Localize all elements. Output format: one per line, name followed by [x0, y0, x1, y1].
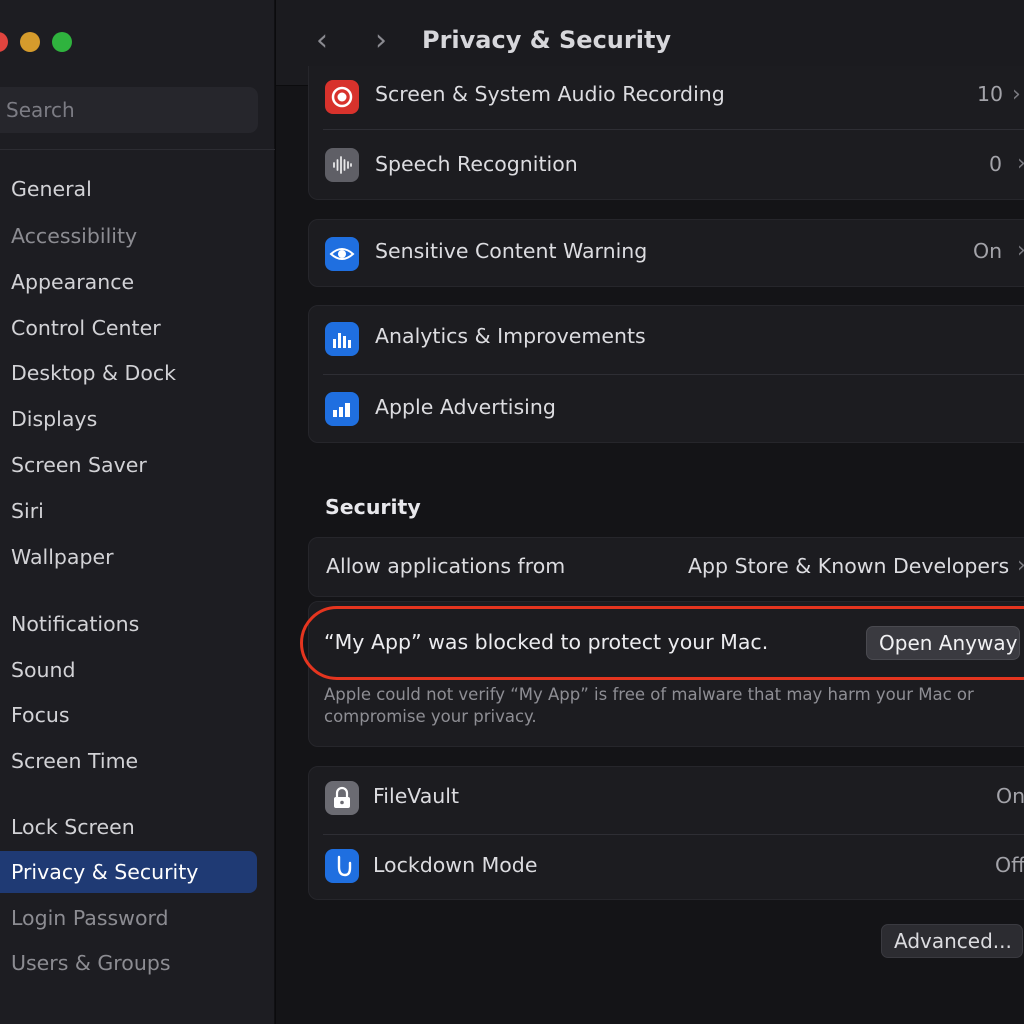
sidebar-item-label: Screen Saver [11, 453, 147, 477]
search-input[interactable] [6, 98, 258, 122]
zoom-window-button[interactable] [52, 32, 72, 52]
sidebar-item-label: Wallpaper [11, 545, 114, 569]
sidebar: General Accessibility Appearance Control… [0, 0, 275, 1024]
open-anyway-button[interactable]: Open Anyway [866, 626, 1020, 660]
hand-icon [325, 849, 359, 883]
sidebar-item-label: Lock Screen [11, 815, 135, 839]
sidebar-item-users-groups[interactable]: Users & Groups [0, 942, 257, 984]
sidebar-item-appearance[interactable]: Appearance [0, 261, 257, 303]
row-filevault[interactable]: FileVault On [309, 779, 1024, 817]
row-label: Analytics & Improvements [375, 324, 646, 348]
row-lockdown-mode[interactable]: Lockdown Mode Off [309, 847, 1024, 885]
row-sensitive-content[interactable]: Sensitive Content Warning On › [309, 235, 1024, 273]
sidebar-item-accessibility[interactable]: Accessibility [0, 215, 257, 257]
blocked-app-message: “My App” was blocked to protect your Mac… [324, 630, 769, 654]
sidebar-item-desktop-dock[interactable]: Desktop & Dock [0, 352, 257, 394]
megaphone-icon [325, 392, 359, 426]
sidebar-item-focus[interactable]: Focus [0, 694, 257, 736]
chevron-right-icon: › [1017, 151, 1024, 176]
window-controls [0, 32, 72, 52]
row-label: Speech Recognition [375, 152, 578, 176]
row-allow-applications[interactable]: Allow applications from App Store & Know… [309, 549, 1024, 587]
sidebar-item-label: Sound [11, 658, 76, 682]
record-icon [325, 80, 359, 114]
row-label: Sensitive Content Warning [375, 239, 648, 263]
sidebar-item-label: Control Center [11, 316, 161, 340]
sidebar-item-label: Displays [11, 407, 98, 431]
sidebar-item-label: Siri [11, 499, 44, 523]
row-count: 0 [989, 152, 1003, 176]
close-window-button[interactable] [0, 32, 8, 52]
sidebar-item-label: Login Password [11, 906, 169, 930]
sidebar-item-label: Users & Groups [11, 951, 171, 975]
sidebar-item-screen-saver[interactable]: Screen Saver [0, 444, 257, 486]
waveform-icon [325, 148, 359, 182]
sidebar-item-siri[interactable]: Siri [0, 490, 257, 532]
row-divider [323, 834, 1024, 835]
sidebar-item-label: Focus [11, 703, 70, 727]
row-screen-recording[interactable]: Screen & System Audio Recording 10 › [309, 78, 1024, 116]
privacy-group-3: Analytics & Improvements Apple Advertisi… [308, 305, 1024, 443]
privacy-group-2: Sensitive Content Warning On › [308, 219, 1024, 287]
sidebar-item-displays[interactable]: Displays [0, 398, 257, 440]
row-divider [323, 129, 1024, 130]
sidebar-item-login-password[interactable]: Login Password [0, 897, 257, 939]
sidebar-item-control-center[interactable]: Control Center [0, 307, 257, 349]
sidebar-item-label: Privacy & Security [11, 860, 199, 884]
page-title: Privacy & Security [422, 26, 672, 54]
sidebar-item-notifications[interactable]: Notifications [0, 603, 257, 645]
lock-icon [325, 781, 359, 815]
security-group-allow: Allow applications from App Store & Know… [308, 537, 1024, 597]
sidebar-item-lock-screen[interactable]: Lock Screen [0, 806, 257, 848]
chevron-right-icon: › [1017, 553, 1024, 578]
main-pane: ‹ › Privacy & Security Screen & System A… [276, 0, 1024, 1024]
row-speech-recognition[interactable]: Speech Recognition 0 › [309, 146, 1024, 184]
sidebar-item-wallpaper[interactable]: Wallpaper [0, 536, 257, 578]
row-label: FileVault [373, 784, 460, 808]
row-apple-advertising[interactable]: Apple Advertising [309, 390, 1024, 428]
row-label: Lockdown Mode [373, 853, 538, 877]
forward-button[interactable]: › [367, 26, 395, 58]
row-count: 10 [977, 82, 1004, 106]
chevron-left-icon: ‹ [316, 23, 328, 58]
chevron-right-icon: › [375, 23, 387, 58]
sidebar-item-label: Desktop & Dock [11, 361, 177, 385]
sidebar-item-label: Appearance [11, 270, 135, 294]
back-button[interactable]: ‹ [308, 26, 336, 58]
row-label: Screen & System Audio Recording [375, 82, 725, 106]
security-group-protection: FileVault On Lockdown Mode Off [308, 766, 1024, 900]
row-label: Apple Advertising [375, 395, 556, 419]
search-field[interactable] [0, 87, 258, 133]
sidebar-item-screen-time[interactable]: Screen Time [0, 740, 257, 782]
sidebar-item-label: Screen Time [11, 749, 139, 773]
chevron-right-icon: › [1012, 82, 1021, 107]
sidebar-item-label: Notifications [11, 612, 140, 636]
row-status: On [973, 239, 1003, 263]
row-divider [323, 374, 1024, 375]
malware-warning-text: Apple could not verify “My App” is free … [324, 685, 974, 726]
chevron-right-icon: › [1017, 238, 1024, 263]
sidebar-divider [0, 149, 275, 150]
sidebar-item-label: Accessibility [11, 224, 138, 248]
lockdown-status: Off [995, 853, 1024, 877]
advanced-button[interactable]: Advanced... [881, 924, 1023, 958]
section-title-security: Security [325, 495, 421, 519]
row-label: Allow applications from [326, 554, 566, 578]
row-analytics[interactable]: Analytics & Improvements [309, 320, 1024, 358]
bar-chart-icon [325, 322, 359, 356]
minimize-window-button[interactable] [20, 32, 40, 52]
sidebar-item-privacy-security[interactable]: Privacy & Security [0, 851, 257, 893]
sidebar-item-general[interactable]: General [0, 168, 257, 210]
sidebar-item-sound[interactable]: Sound [0, 649, 257, 691]
sidebar-item-label: General [11, 177, 92, 201]
eye-icon [325, 237, 359, 271]
allow-applications-value: App Store & Known Developers [688, 554, 1010, 578]
filevault-status: On [996, 784, 1024, 808]
privacy-group-1: Screen & System Audio Recording 10 › Spe… [308, 66, 1024, 200]
